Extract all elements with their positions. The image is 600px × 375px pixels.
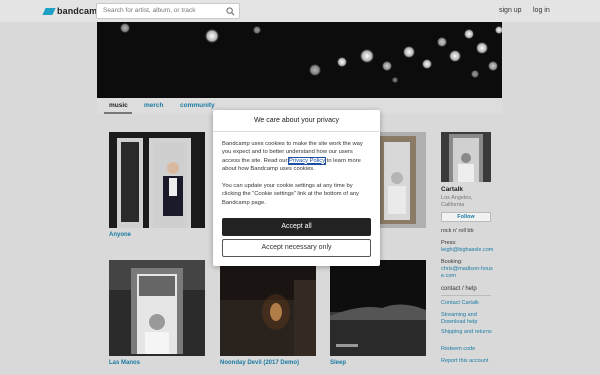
contact-link[interactable]: Contact Cartalk xyxy=(441,300,497,307)
album-art xyxy=(109,132,205,228)
artist-banner xyxy=(97,22,502,98)
contact-heading: contact / help xyxy=(441,286,477,292)
privacy-policy-link[interactable]: Privacy Policy xyxy=(288,156,327,165)
banner-image xyxy=(97,22,502,98)
artist-photo[interactable] xyxy=(441,132,491,182)
album-art xyxy=(109,260,205,356)
accept-all-button[interactable]: Accept all xyxy=(222,218,371,236)
follow-button[interactable]: Follow xyxy=(441,212,491,222)
tab-community[interactable]: community xyxy=(180,102,215,109)
booking-email[interactable]: chris@madison-house.com xyxy=(441,266,497,280)
redeem-code-link[interactable]: Redeem code xyxy=(441,346,497,353)
logo-icon xyxy=(42,7,56,15)
album-title-sleep[interactable]: Sleep xyxy=(330,360,346,366)
search-placeholder: Search for artist, album, or track xyxy=(103,7,196,14)
album-cover-anyone[interactable] xyxy=(109,132,205,228)
album-title-noonday-devil[interactable]: Noonday Devil (2017 Demo) xyxy=(220,360,299,366)
signup-link[interactable]: sign up xyxy=(499,7,522,14)
album-cover-las-manos[interactable] xyxy=(109,260,205,356)
press-label: Press: xyxy=(441,240,457,246)
bandcamp-logo[interactable]: bandcamp xyxy=(42,6,103,16)
shipping-link[interactable]: Shipping and returns xyxy=(441,329,497,336)
streaming-help-link[interactable]: Streaming and Download help xyxy=(441,312,497,326)
album-art xyxy=(330,260,426,356)
search-input[interactable]: Search for artist, album, or track xyxy=(96,3,240,19)
cookie-consent-dialog: We care about your privacy Bandcamp uses… xyxy=(213,110,380,266)
tab-merch[interactable]: merch xyxy=(144,102,164,109)
album-cover-sleep[interactable] xyxy=(330,260,426,356)
cookie-settings-note: You can update your cookie settings at a… xyxy=(222,183,359,206)
press-email[interactable]: leigh@bighassle.com xyxy=(441,247,497,254)
tab-music[interactable]: music xyxy=(109,102,128,109)
booking-label: Booking: xyxy=(441,259,463,265)
artist-location: Los Angeles, California xyxy=(441,195,473,208)
album-art xyxy=(220,260,316,356)
divider xyxy=(441,295,491,296)
cookie-description: Bandcamp uses cookies to make the site w… xyxy=(222,140,372,173)
artist-name[interactable]: Cartalk xyxy=(441,186,463,193)
artist-genre: rock n' roll bb xyxy=(441,228,474,234)
report-account-link[interactable]: Report this account xyxy=(441,358,497,365)
login-link[interactable]: log in xyxy=(533,7,550,14)
accept-necessary-button[interactable]: Accept necessary only xyxy=(222,239,371,257)
search-icon[interactable] xyxy=(226,7,235,16)
dialog-divider xyxy=(213,131,380,132)
album-title-las-manos[interactable]: Las Manos xyxy=(109,360,140,366)
album-cover-noonday-devil[interactable] xyxy=(220,260,316,356)
dialog-title: We care about your privacy xyxy=(253,117,340,124)
album-title-anyone[interactable]: Anyone xyxy=(109,232,131,238)
artist-image xyxy=(441,132,491,182)
